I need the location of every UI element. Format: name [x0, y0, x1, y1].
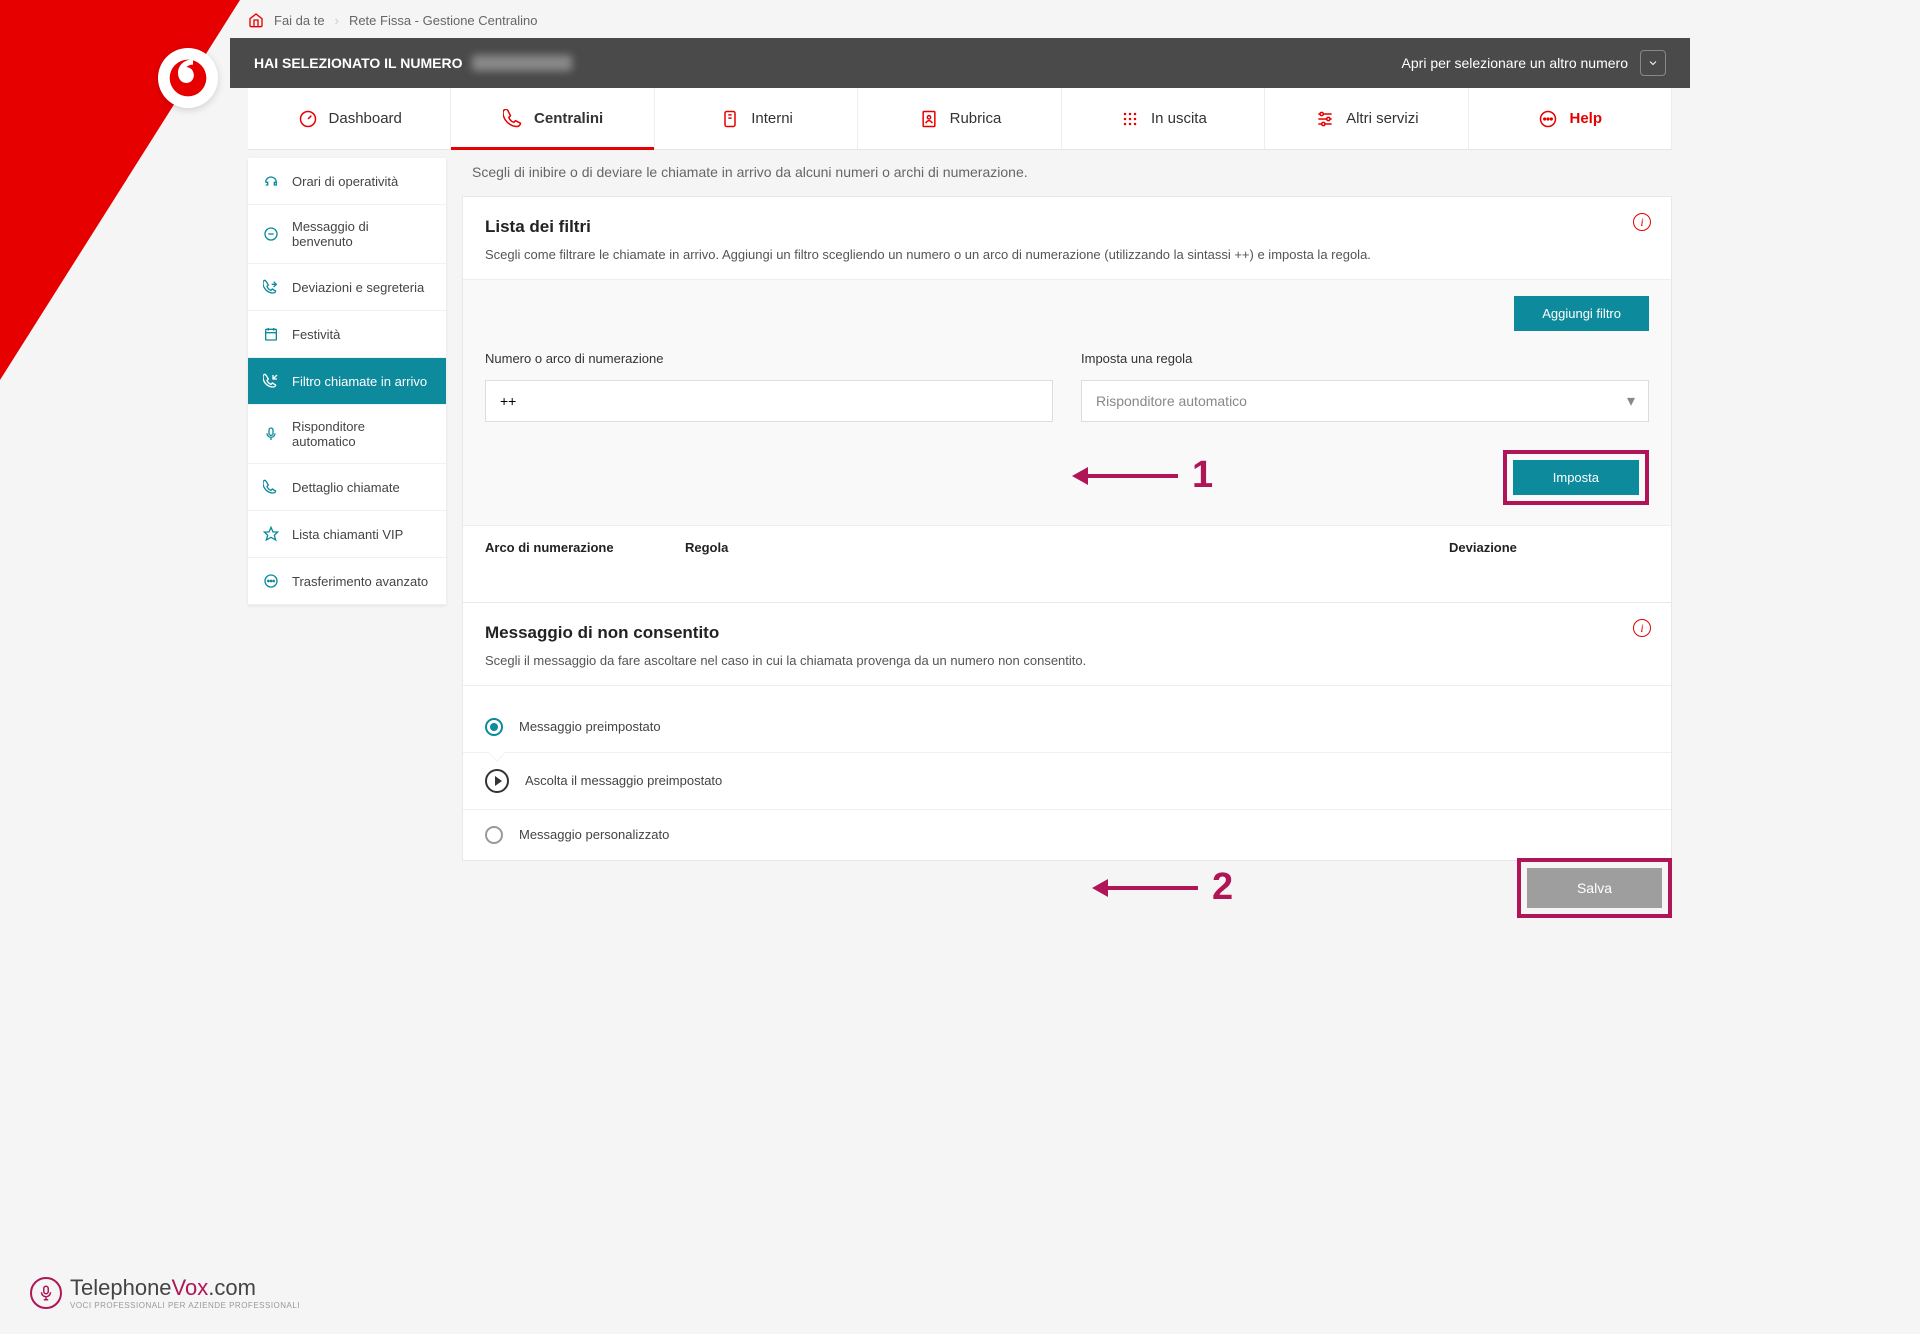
filters-desc: Scegli come filtrare le chiamate in arri…	[485, 245, 1649, 265]
footer-tagline: VOCI PROFESSIONALI PER AZIENDE PROFESSIO…	[70, 1301, 300, 1310]
table-col-regola: Regola	[685, 540, 1449, 555]
microphone-icon	[30, 1277, 62, 1309]
tab-centralini[interactable]: Centralini	[451, 88, 654, 149]
salva-row: Salva	[462, 858, 1672, 918]
menu-dettaglio-label: Dettaglio chiamate	[292, 480, 400, 495]
mic-icon	[262, 425, 280, 443]
phone-incoming-icon	[262, 372, 280, 390]
menu-risponditore[interactable]: Risponditore automatico	[248, 405, 446, 464]
play-label: Ascolta il messaggio preimpostato	[525, 773, 722, 788]
menu-filtro-label: Filtro chiamate in arrivo	[292, 374, 427, 389]
table-col-deviazione: Deviazione	[1449, 540, 1649, 555]
breadcrumb-home[interactable]: Fai da te	[274, 13, 325, 28]
side-menu: Orari di operatività Messaggio di benven…	[248, 158, 446, 605]
add-filter-button[interactable]: Aggiungi filtro	[1514, 296, 1649, 331]
calendar-icon	[262, 325, 280, 343]
phone-icon	[719, 108, 741, 130]
tab-interni[interactable]: Interni	[655, 88, 858, 149]
chat-icon	[1537, 108, 1559, 130]
menu-deviazioni[interactable]: Deviazioni e segreteria	[248, 264, 446, 311]
tab-interni-label: Interni	[751, 110, 793, 127]
number-field-label: Numero o arco di numerazione	[485, 351, 1053, 366]
menu-trasferimento-label: Trasferimento avanzato	[292, 574, 428, 589]
rule-field-label: Imposta una regola	[1081, 351, 1649, 366]
main-tabs: Dashboard Centralini Interni Rubrica In …	[248, 88, 1672, 150]
menu-deviazioni-label: Deviazioni e segreteria	[292, 280, 424, 295]
imposta-button[interactable]: Imposta	[1513, 460, 1639, 495]
tab-servizi-label: Altri servizi	[1346, 110, 1419, 127]
menu-vip-label: Lista chiamanti VIP	[292, 527, 403, 542]
footer-brand: TelephoneVox.com	[70, 1275, 300, 1301]
tab-dashboard[interactable]: Dashboard	[248, 88, 451, 149]
message-icon	[262, 225, 280, 243]
breadcrumb: Fai da te › Rete Fissa - Gestione Centra…	[248, 12, 538, 28]
salva-button[interactable]: Salva	[1527, 868, 1662, 908]
tab-centralini-label: Centralini	[534, 110, 603, 127]
tab-help[interactable]: Help	[1469, 88, 1672, 149]
tab-uscita[interactable]: In uscita	[1062, 88, 1265, 149]
menu-orari-label: Orari di operatività	[292, 174, 398, 189]
menu-trasferimento[interactable]: Trasferimento avanzato	[248, 558, 446, 605]
breadcrumb-page: Rete Fissa - Gestione Centralino	[349, 13, 538, 28]
tab-rubrica-label: Rubrica	[950, 110, 1002, 127]
menu-dettaglio[interactable]: Dettaglio chiamate	[248, 464, 446, 511]
headset-icon	[262, 172, 280, 190]
tab-servizi[interactable]: Altri servizi	[1265, 88, 1468, 149]
brand-logo[interactable]	[158, 48, 218, 108]
filters-info-icon[interactable]: i	[1633, 213, 1651, 231]
number-input[interactable]	[485, 380, 1053, 422]
header-select-label: Apri per selezionare un altro numero	[1402, 55, 1628, 71]
filters-title: Lista dei filtri	[485, 217, 1649, 237]
radio-custom-label: Messaggio personalizzato	[519, 827, 669, 842]
menu-filtro[interactable]: Filtro chiamate in arrivo	[248, 358, 446, 405]
annotation-arrow-2: 2	[1092, 866, 1233, 909]
message-info-icon[interactable]: i	[1633, 619, 1651, 637]
menu-festivita[interactable]: Festività	[248, 311, 446, 358]
salva-highlight: Salva	[1517, 858, 1672, 918]
table-col-arco: Arco di numerazione	[485, 540, 685, 555]
tab-dashboard-label: Dashboard	[329, 110, 402, 127]
annotation-arrow-1: 1	[1072, 454, 1213, 497]
header-number-blurred	[472, 55, 572, 71]
tab-rubrica[interactable]: Rubrica	[858, 88, 1061, 149]
gauge-icon	[297, 108, 319, 130]
menu-festivita-label: Festività	[292, 327, 340, 342]
menu-risponditore-label: Risponditore automatico	[292, 419, 432, 449]
tab-uscita-label: In uscita	[1151, 110, 1207, 127]
radio-custom[interactable]	[485, 826, 503, 844]
filters-panel: Lista dei filtri Scegli come filtrare le…	[462, 196, 1672, 618]
home-icon[interactable]	[248, 12, 264, 28]
menu-benvenuto-label: Messaggio di benvenuto	[292, 219, 432, 249]
header-label: HAI SELEZIONATO IL NUMERO	[254, 55, 462, 71]
page-intro: Scegli di inibire o di deviare le chiama…	[472, 164, 1028, 180]
annotation-number-2: 2	[1212, 866, 1233, 909]
message-title: Messaggio di non consentito	[485, 623, 1649, 643]
tab-help-label: Help	[1569, 110, 1602, 127]
phone-switch-icon	[502, 108, 524, 130]
rule-select[interactable]: Risponditore automatico	[1081, 380, 1649, 422]
footer-logo: TelephoneVox.com VOCI PROFESSIONALI PER …	[30, 1275, 300, 1310]
radio-preset[interactable]	[485, 718, 503, 736]
annotation-number-1: 1	[1192, 454, 1213, 497]
star-icon	[262, 525, 280, 543]
menu-vip[interactable]: Lista chiamanti VIP	[248, 511, 446, 558]
phone-forward-icon	[262, 278, 280, 296]
dialpad-icon	[1119, 108, 1141, 130]
menu-benvenuto[interactable]: Messaggio di benvenuto	[248, 205, 446, 264]
contacts-icon	[918, 108, 940, 130]
phone-detail-icon	[262, 478, 280, 496]
filters-table-header: Arco di numerazione Regola Deviazione	[463, 525, 1671, 569]
breadcrumb-separator: ›	[335, 13, 339, 28]
more-icon	[262, 572, 280, 590]
menu-orari[interactable]: Orari di operatività	[248, 158, 446, 205]
imposta-highlight: Imposta	[1503, 450, 1649, 505]
sliders-icon	[1314, 108, 1336, 130]
number-selector-dropdown[interactable]	[1640, 50, 1666, 76]
message-panel: Messaggio di non consentito Scegli il me…	[462, 602, 1672, 861]
header-bar: HAI SELEZIONATO IL NUMERO Apri per selez…	[230, 38, 1690, 88]
message-desc: Scegli il messaggio da fare ascoltare ne…	[485, 651, 1649, 671]
radio-preset-label: Messaggio preimpostato	[519, 719, 661, 734]
play-button[interactable]	[485, 769, 509, 793]
